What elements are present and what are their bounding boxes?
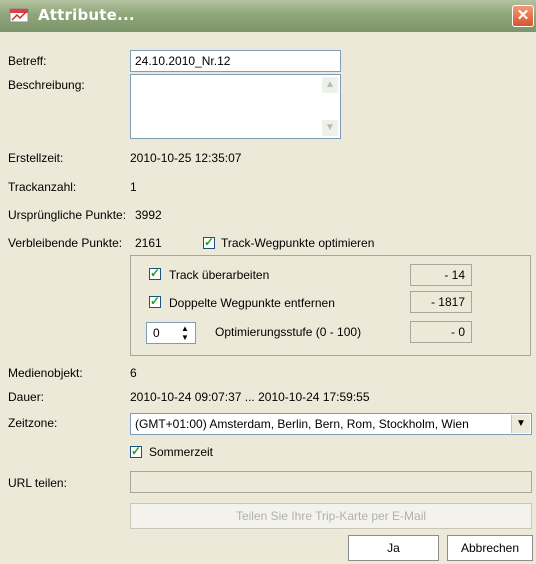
track-label: Track überarbeiten bbox=[169, 268, 270, 282]
dauer-label: Dauer: bbox=[8, 390, 45, 404]
track-result: - 14 bbox=[410, 264, 472, 286]
beschreibung-textarea[interactable]: ▲ ▼ bbox=[130, 74, 341, 139]
trackanzahl-value: 1 bbox=[130, 180, 137, 194]
spinner-arrows-icon[interactable]: ▲ ▼ bbox=[176, 324, 194, 342]
scroll-up-icon[interactable]: ▲ bbox=[322, 77, 338, 93]
optimize-checkbox[interactable] bbox=[203, 235, 215, 249]
medienobjekt-value: 6 bbox=[130, 366, 137, 380]
title-bar[interactable]: Attribute... ✕ bbox=[0, 0, 536, 32]
erstellzeit-value: 2010-10-25 12:35:07 bbox=[130, 151, 242, 165]
betreff-label: Betreff: bbox=[8, 54, 47, 68]
window-title: Attribute... bbox=[38, 6, 135, 24]
level-spinner[interactable]: 0 ▲ ▼ bbox=[146, 322, 196, 344]
attribute-dialog: Attribute... ✕ Betreff: 24.10.2010_Nr.12… bbox=[0, 0, 536, 564]
scroll-down-icon[interactable]: ▼ bbox=[322, 120, 338, 136]
duplicates-label: Doppelte Wegpunkte entfernen bbox=[169, 296, 335, 310]
level-value: 0 bbox=[153, 326, 160, 340]
verbleibende-value: 2161 bbox=[135, 236, 162, 250]
cancel-button[interactable]: Abbrechen bbox=[447, 535, 533, 561]
beschreibung-label: Beschreibung: bbox=[8, 78, 85, 92]
betreff-input[interactable]: 24.10.2010_Nr.12 bbox=[130, 50, 341, 72]
share-email-button[interactable]: Teilen Sie Ihre Trip-Karte per E-Mail bbox=[130, 503, 532, 529]
zeitzone-value: (GMT+01:00) Amsterdam, Berlin, Bern, Rom… bbox=[135, 417, 469, 431]
close-icon: ✕ bbox=[516, 7, 530, 24]
duplicates-checkbox[interactable] bbox=[149, 294, 161, 308]
zeitzone-select[interactable]: (GMT+01:00) Amsterdam, Berlin, Bern, Rom… bbox=[130, 413, 532, 435]
trackanzahl-label: Trackanzahl: bbox=[8, 180, 77, 194]
url-label: URL teilen: bbox=[8, 476, 67, 490]
level-result: - 0 bbox=[410, 321, 472, 343]
duplicates-result: - 1817 bbox=[410, 291, 472, 313]
level-label: Optimierungsstufe (0 - 100) bbox=[215, 325, 362, 339]
ok-button[interactable]: Ja bbox=[348, 535, 439, 561]
erstellzeit-label: Erstellzeit: bbox=[8, 151, 64, 165]
dauer-value: 2010-10-24 09:07:37 ... 2010-10-24 17:59… bbox=[130, 390, 370, 404]
app-icon bbox=[9, 8, 29, 23]
track-checkbox[interactable] bbox=[149, 266, 161, 280]
sommerzeit-label: Sommerzeit bbox=[149, 445, 214, 459]
optimize-label: Track-Wegpunkte optimieren bbox=[221, 236, 375, 250]
zeitzone-label: Zeitzone: bbox=[8, 416, 58, 430]
close-button[interactable]: ✕ bbox=[512, 5, 534, 27]
chevron-down-icon[interactable]: ▼ bbox=[511, 415, 530, 433]
verbleibende-label: Verbleibende Punkte: bbox=[8, 236, 123, 250]
urspruengliche-label: Ursprüngliche Punkte: bbox=[8, 208, 127, 222]
sommerzeit-checkbox[interactable] bbox=[130, 444, 142, 458]
medienobjekt-label: Medienobjekt: bbox=[8, 366, 83, 380]
urspruengliche-value: 3992 bbox=[135, 208, 162, 222]
url-field[interactable] bbox=[130, 471, 532, 493]
